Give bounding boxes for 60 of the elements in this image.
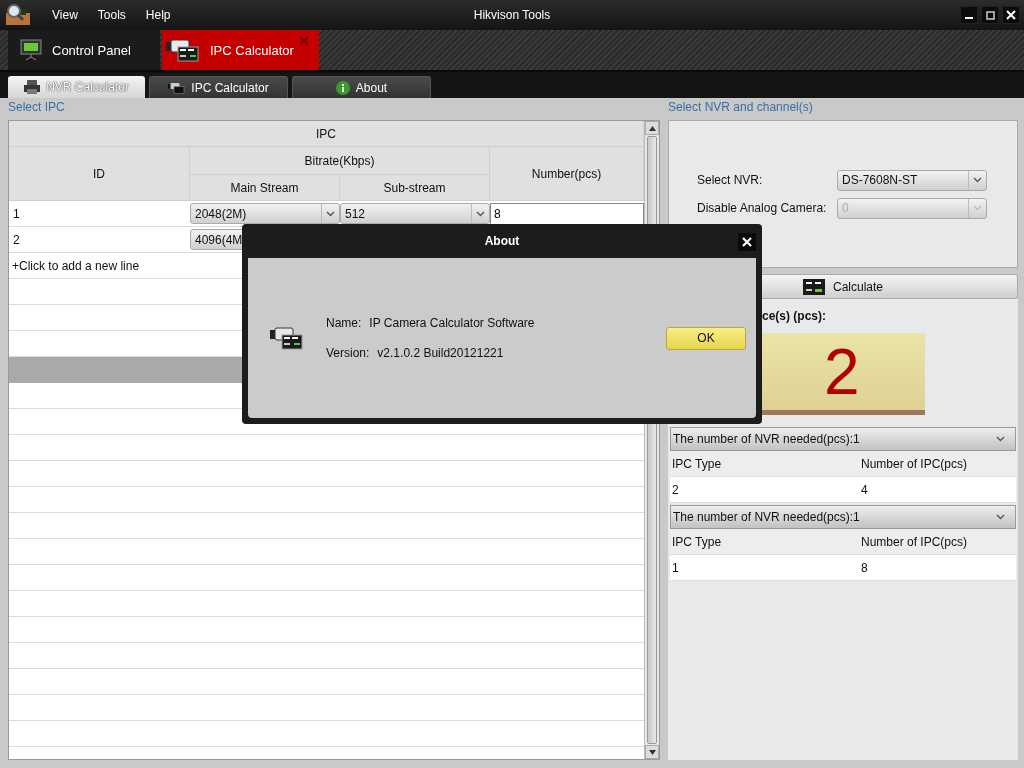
monitor-icon	[20, 39, 42, 61]
toolbox-icon[interactable]	[4, 3, 32, 27]
column-header: IPC	[9, 121, 644, 147]
close-button[interactable]	[738, 233, 756, 251]
column-header: IPC Type	[672, 534, 723, 549]
info-icon	[335, 80, 350, 95]
maximize-icon[interactable]	[985, 10, 995, 20]
calculator-icon	[803, 278, 825, 295]
nvr-dropdown[interactable]: DS-7608N-ST	[837, 169, 987, 191]
tab[interactable]: IPC Calculator	[149, 76, 288, 98]
column-header: Number of IPC(pcs)	[861, 534, 969, 549]
column-header: Bitrate(Kbps)	[190, 147, 490, 175]
info-label: Name:	[326, 316, 362, 330]
info-value: v2.1.0.2 Build20121221	[377, 346, 504, 360]
column-header: IPC Type	[672, 456, 723, 471]
minimize-button[interactable]	[960, 6, 978, 24]
info-value: IP Camera Calculator Software	[369, 316, 535, 330]
section-title: Select NVR and channel(s)	[668, 99, 814, 116]
close-button[interactable]	[1002, 6, 1020, 24]
table-cell-text: 4	[861, 482, 869, 497]
section-title: Select IPC	[8, 99, 66, 116]
menu-item[interactable]: Help	[145, 8, 171, 22]
table-cell-text: 8	[861, 560, 869, 575]
bitrate-dropdown[interactable]: 512	[340, 203, 490, 224]
field-label: Disable Analog Camera:	[697, 201, 828, 215]
ok-button[interactable]: OK	[666, 326, 746, 350]
camera-calculator-icon	[270, 326, 304, 350]
group-header[interactable]: The number of NVR needed(pcs):1	[670, 427, 1016, 451]
caret-icon	[326, 210, 335, 217]
maximize-button[interactable]	[981, 6, 999, 24]
caret-icon	[973, 177, 982, 183]
bitrate-dropdown[interactable]: 2048(2M)	[190, 203, 340, 224]
camera-calculator-icon	[168, 81, 186, 94]
caret-icon	[996, 514, 1005, 520]
menu-item[interactable]: Tools	[97, 8, 126, 22]
number-input[interactable]: 8	[490, 202, 644, 225]
module-tab[interactable]: IPC Calculator	[162, 30, 319, 70]
module-tab[interactable]: Control Panel	[8, 30, 160, 70]
field-label: Select NVR:	[697, 173, 764, 187]
table-cell-text: 2	[12, 232, 21, 247]
caret-icon	[476, 210, 485, 217]
table-cell-text: 1	[672, 560, 680, 575]
table-cell-text: 2	[672, 482, 680, 497]
tab[interactable]: NVR Calculator	[8, 76, 145, 98]
down-arrow-icon[interactable]	[648, 749, 656, 755]
dialog-title: About	[484, 234, 520, 248]
printer-icon	[24, 80, 41, 94]
caret-icon	[973, 205, 982, 211]
result-label: ce(s) (pcs):	[762, 309, 827, 323]
window-title: Hikvison Tools	[473, 8, 551, 22]
tab[interactable]: About	[292, 76, 431, 98]
group-header[interactable]: The number of NVR needed(pcs):1	[670, 505, 1016, 529]
camera-calculator-icon	[166, 38, 200, 62]
menu-item[interactable]: View	[52, 8, 78, 22]
caret-icon	[996, 436, 1005, 442]
info-label: Version:	[326, 346, 370, 360]
column-header: Number of IPC(pcs)	[861, 456, 969, 471]
table-cell-text: 1	[12, 206, 21, 221]
result-number: 2	[824, 339, 860, 404]
up-arrow-icon[interactable]	[648, 125, 656, 131]
